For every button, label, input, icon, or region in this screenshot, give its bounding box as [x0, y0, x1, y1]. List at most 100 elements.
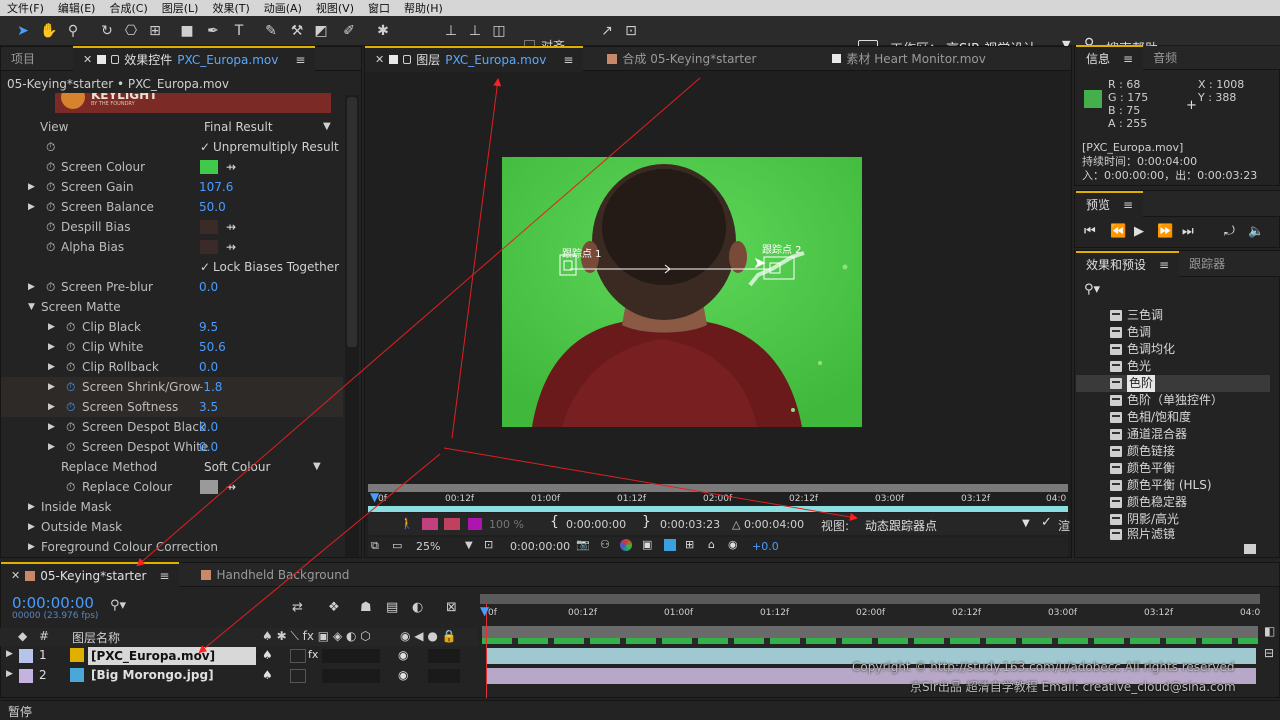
- stopwatch-icon[interactable]: ⏱: [66, 317, 75, 337]
- menu-window[interactable]: 窗口: [361, 0, 397, 16]
- stopwatch-icon[interactable]: ⏱: [46, 277, 55, 297]
- comp-button-icon[interactable]: ◧: [1264, 624, 1275, 638]
- hand-tool-icon[interactable]: ✋: [40, 22, 58, 40]
- expand-arrow-icon[interactable]: ▶: [6, 649, 13, 659]
- frame-blending-icon[interactable]: ▤: [386, 600, 398, 615]
- roto-brush-tool-icon[interactable]: ✐: [340, 22, 358, 40]
- panel-menu-icon[interactable]: ≡: [1123, 193, 1133, 217]
- stopwatch-icon[interactable]: ⏱: [46, 197, 55, 217]
- layer-name[interactable]: [PXC_Europa.mov]: [88, 647, 256, 665]
- monitor-icon[interactable]: ▭: [392, 539, 402, 552]
- replace-method-select[interactable]: Soft Colour: [204, 457, 270, 477]
- lock-biases-checkbox[interactable]: ✓: [200, 257, 210, 277]
- tab-effect-controls[interactable]: ✕ 效果控件 PXC_Europa.mov ≡: [73, 45, 316, 72]
- camera-tool-icon[interactable]: ⎔: [122, 22, 140, 40]
- layer-name[interactable]: [Big Morongo.jpg]: [91, 668, 214, 682]
- screen-gain-value[interactable]: 107.6: [199, 177, 233, 197]
- walk-icon[interactable]: 🚶: [400, 517, 414, 530]
- shy-layers-icon[interactable]: ☗: [360, 600, 372, 615]
- expand-arrow-icon[interactable]: ▶: [28, 197, 35, 217]
- screen-balance-value[interactable]: 50.0: [199, 197, 226, 217]
- inside-mask-label[interactable]: Inside Mask: [41, 497, 111, 517]
- reset-exposure-icon[interactable]: ◉: [728, 538, 738, 551]
- eyedropper-icon[interactable]: ⇸: [226, 237, 236, 257]
- stopwatch-icon[interactable]: ⏱: [66, 477, 75, 497]
- magnification-chevron-down-icon[interactable]: ▼: [465, 540, 473, 551]
- prev-frame-icon[interactable]: ⏪: [1110, 224, 1126, 239]
- fg-correction-label[interactable]: Foreground Colour Correction: [41, 537, 218, 557]
- expand-arrow-icon[interactable]: ▶: [28, 517, 35, 537]
- replace-colour-swatch[interactable]: [200, 480, 218, 494]
- screen-matte-label[interactable]: Screen Matte: [41, 297, 121, 317]
- tab-project[interactable]: 项目: [1, 47, 45, 71]
- list-item[interactable]: 颜色稳定器: [1110, 494, 1187, 511]
- close-icon[interactable]: ✕: [375, 48, 384, 72]
- menu-composition[interactable]: 合成(C): [102, 0, 154, 16]
- current-time-display[interactable]: 0:00:00:00: [510, 540, 570, 553]
- tab-tracker[interactable]: 跟踪器: [1179, 252, 1235, 276]
- set-in-icon[interactable]: {: [550, 514, 559, 530]
- timeline-navigator[interactable]: [480, 594, 1260, 604]
- screen-preblur-value[interactable]: 0.0: [199, 277, 218, 297]
- list-item[interactable]: 颜色链接: [1110, 443, 1175, 460]
- tab-timeline-bg[interactable]: Handheld Background: [191, 563, 359, 587]
- view-select[interactable]: Final Result: [204, 117, 273, 137]
- loop-icon[interactable]: ⤾: [1224, 224, 1235, 239]
- expand-arrow-icon[interactable]: ▶: [48, 397, 55, 417]
- next-frame-icon[interactable]: ⏩: [1157, 224, 1173, 239]
- list-item[interactable]: 色调: [1110, 324, 1151, 341]
- stopwatch-icon[interactable]: ⏱: [46, 137, 55, 157]
- panel-menu-icon[interactable]: ≡: [1123, 47, 1133, 71]
- expand-arrow-icon[interactable]: ▶: [48, 357, 55, 377]
- list-item[interactable]: 色光: [1110, 358, 1151, 375]
- stopwatch-icon[interactable]: ⏱: [66, 437, 75, 457]
- grid-icon[interactable]: ⊞: [685, 538, 694, 551]
- region-of-interest-icon[interactable]: ▣: [642, 538, 652, 551]
- list-item[interactable]: 色调均化: [1110, 341, 1175, 358]
- panel-menu-icon[interactable]: ≡: [563, 48, 573, 72]
- alpha-bias-swatch[interactable]: [200, 240, 218, 254]
- time-indicator-icon[interactable]: ▼: [480, 604, 489, 618]
- unpremultiply-checkbox[interactable]: ✓: [200, 137, 210, 157]
- type-tool-icon[interactable]: T: [230, 22, 248, 40]
- outside-mask-label[interactable]: Outside Mask: [41, 517, 122, 537]
- quality-switch-icon[interactable]: [290, 649, 306, 663]
- tab-footage[interactable]: 素材 Heart Monitor.mov: [822, 47, 996, 71]
- list-item[interactable]: 三色调: [1110, 307, 1163, 324]
- eye-icon[interactable]: ◉: [398, 668, 408, 682]
- panel-menu-icon[interactable]: ≡: [295, 48, 305, 72]
- panel-menu-icon[interactable]: ≡: [159, 564, 169, 588]
- audio-icon[interactable]: 🔈: [1248, 224, 1264, 239]
- set-out-icon[interactable]: }: [642, 514, 651, 530]
- alpha-boundary-icon[interactable]: [444, 518, 460, 530]
- in-point-time[interactable]: 0:00:00:00: [566, 518, 626, 531]
- stopwatch-icon[interactable]: ⏱: [46, 237, 55, 257]
- camera-view-icon[interactable]: ⌂: [708, 538, 715, 551]
- exposure-value[interactable]: +0.0: [752, 540, 779, 553]
- menu-edit[interactable]: 编辑(E): [51, 0, 103, 16]
- brush-tool-icon[interactable]: ✎: [262, 22, 280, 40]
- footage-preview[interactable]: 跟踪点 1 跟踪点 2 ➤: [502, 157, 862, 427]
- first-frame-icon[interactable]: ⏮: [1084, 224, 1096, 239]
- menu-effect[interactable]: 效果(T): [205, 0, 256, 16]
- snap-grid-icon[interactable]: ⊡: [622, 22, 640, 40]
- view-mode-select[interactable]: 动态跟踪器点: [865, 517, 937, 534]
- lock-icon[interactable]: [111, 55, 120, 64]
- last-frame-icon[interactable]: ⏭: [1182, 224, 1194, 239]
- table-row[interactable]: ▶ 2 [Big Morongo.jpg] ♠ ◉: [0, 666, 478, 686]
- overlay-color-swatch[interactable]: [468, 518, 482, 530]
- expand-arrow-icon[interactable]: ▶: [48, 437, 55, 457]
- layer-time-ruler[interactable]: 0f 00:12f 01:00f 01:12f 02:00f 02:12f 03…: [368, 484, 1068, 512]
- list-item[interactable]: 照片滤镜: [1110, 528, 1175, 540]
- screen-colour-swatch[interactable]: [200, 160, 218, 174]
- always-preview-icon[interactable]: ⧉: [371, 539, 379, 553]
- clip-rollback-value[interactable]: 0.0: [199, 357, 218, 377]
- eyedropper-icon[interactable]: ⇸: [226, 157, 236, 177]
- eraser-tool-icon[interactable]: ◩: [312, 22, 330, 40]
- time-indicator-line[interactable]: [486, 604, 487, 698]
- render-check-icon[interactable]: ✓: [1041, 515, 1052, 530]
- track-point-2-label[interactable]: 跟踪点 2: [762, 241, 802, 256]
- stopwatch-active-icon[interactable]: ⏱: [66, 377, 75, 397]
- expand-arrow-icon[interactable]: ▶: [48, 377, 55, 397]
- lock-icon[interactable]: [403, 55, 412, 64]
